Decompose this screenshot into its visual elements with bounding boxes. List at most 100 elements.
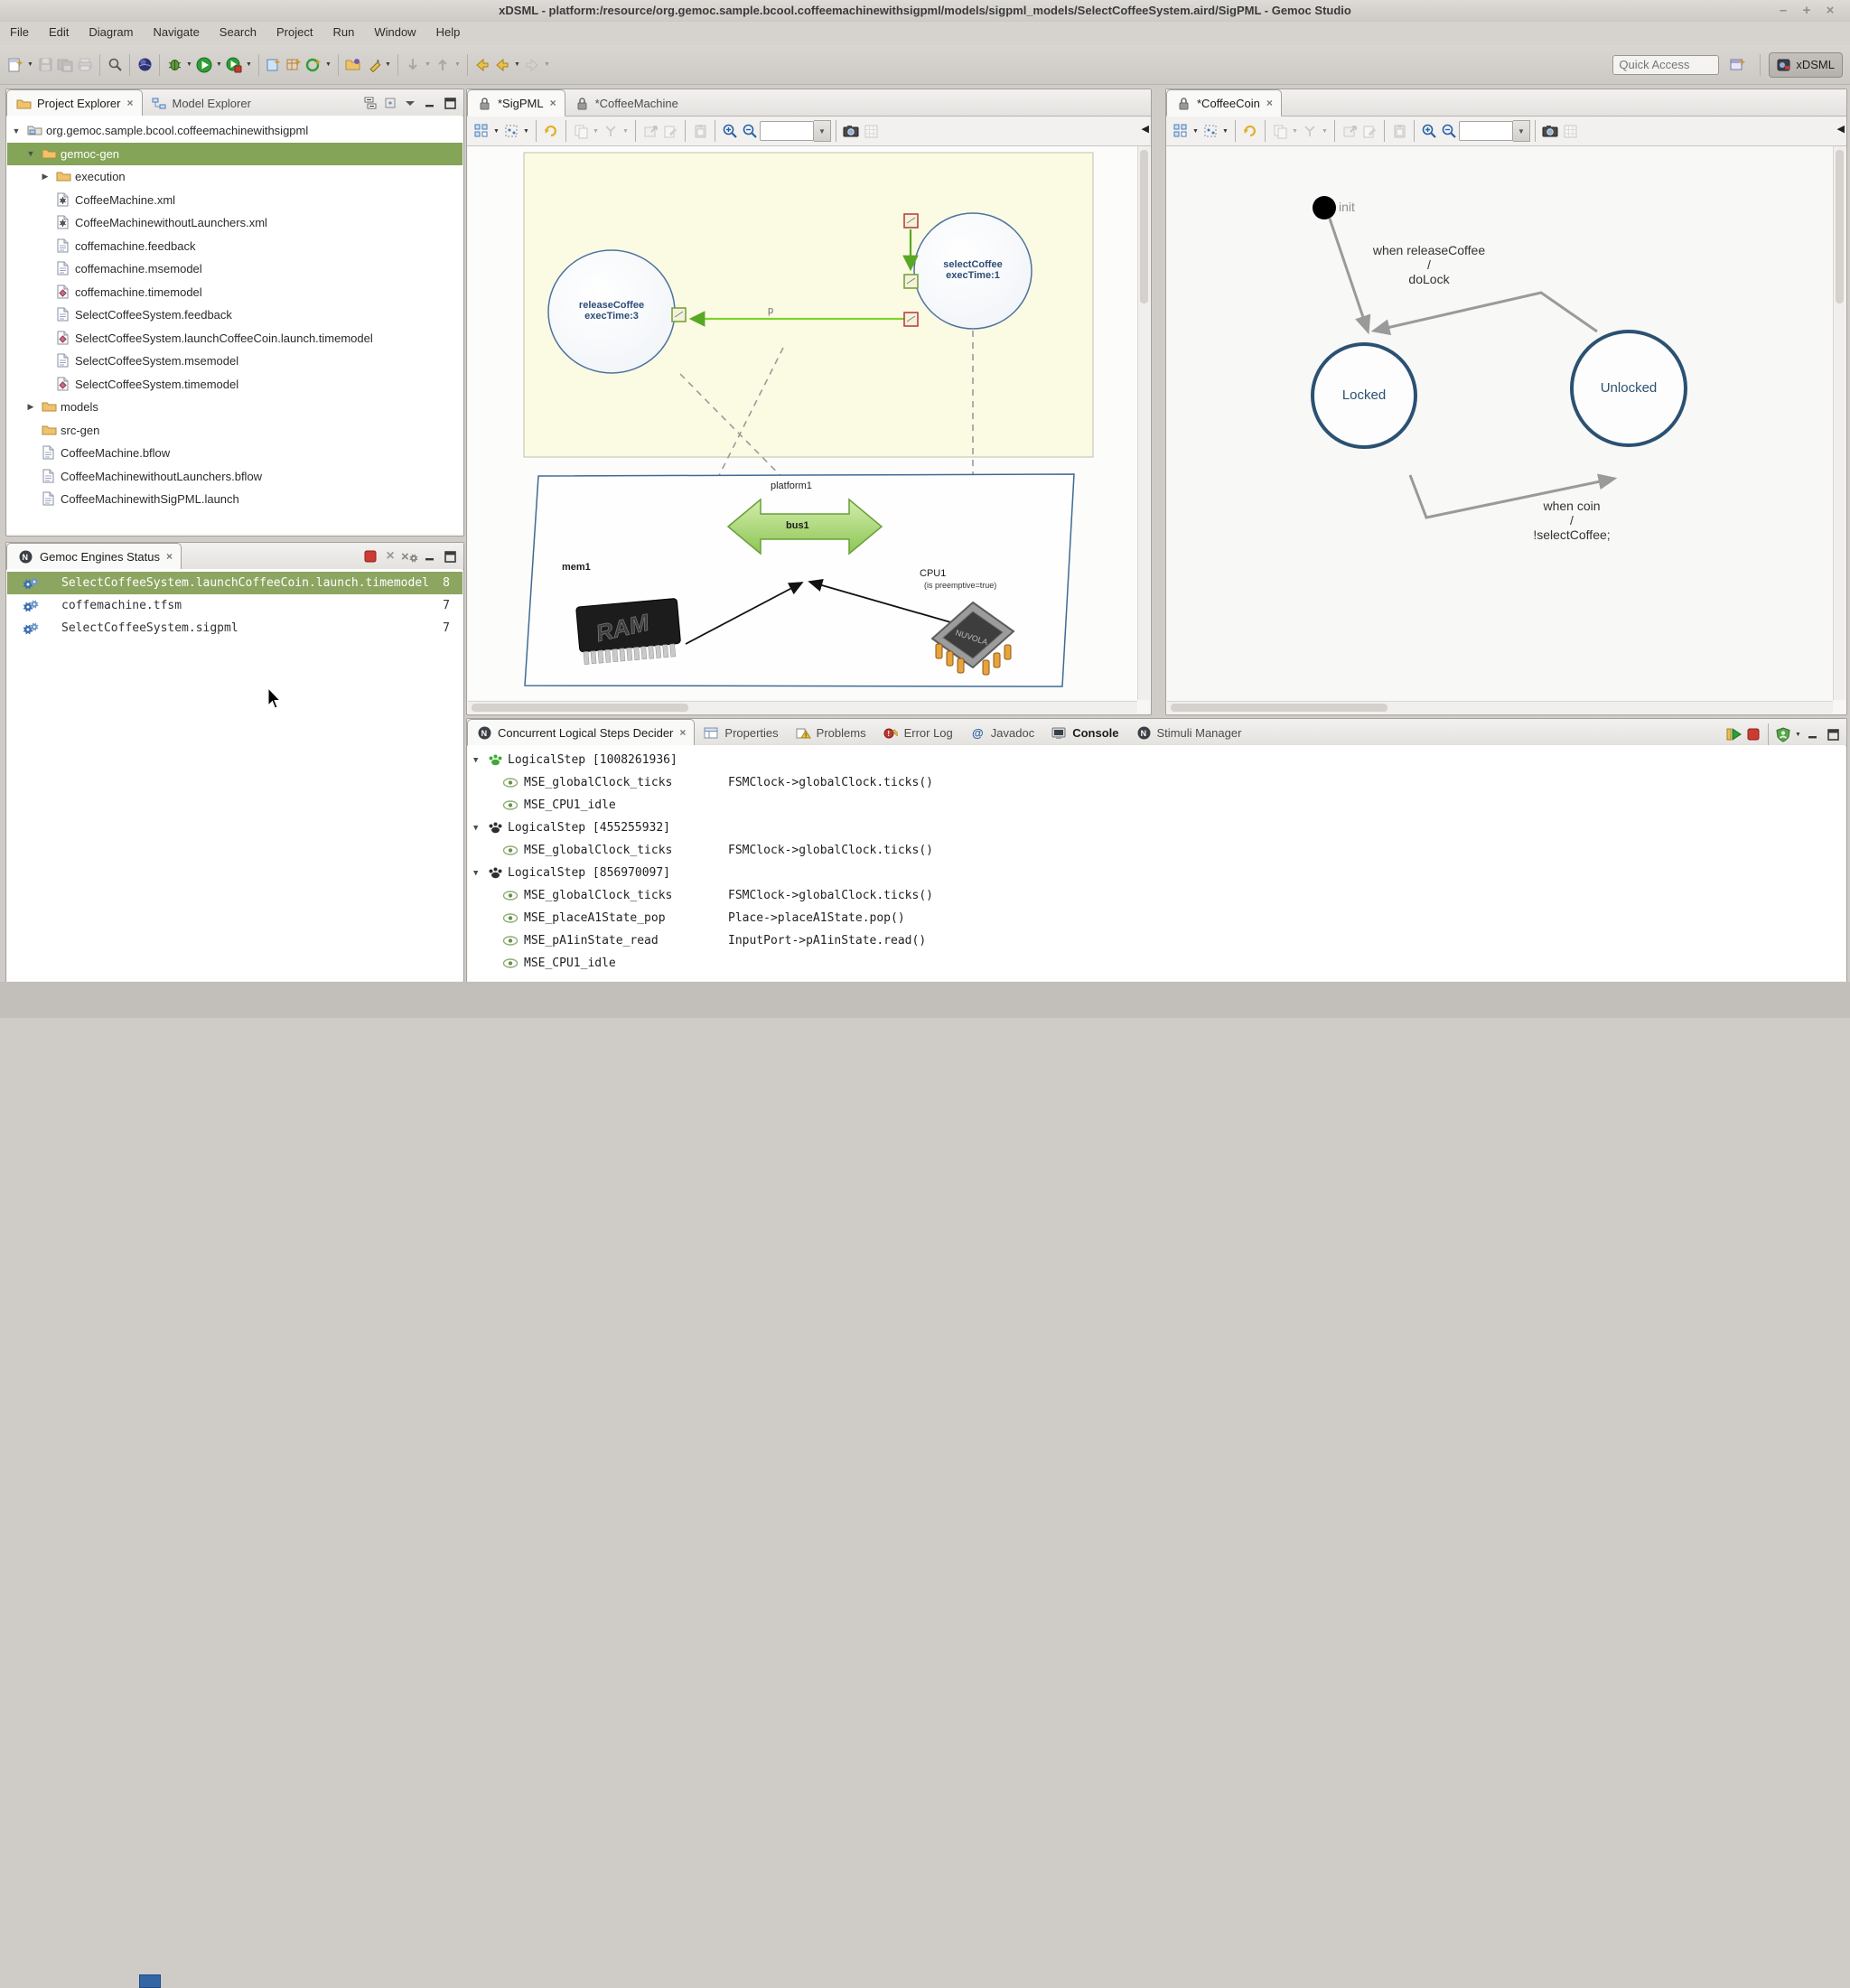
close-tab-icon[interactable]: ×	[1266, 97, 1273, 109]
quick-access-input[interactable]	[1612, 55, 1719, 75]
tree-item-coffeemachine-bflow[interactable]: CoffeeMachine.bflow	[7, 442, 462, 464]
selectcoffee-name[interactable]: selectCoffeeexecTime:1	[914, 259, 1032, 281]
gridstar-icon[interactable]: ✦	[285, 56, 303, 74]
engine-row-1[interactable]: SelectCoffeeSystem.launchCoffeeCoin.laun…	[7, 572, 462, 594]
collapse-arrow-icon[interactable]: ▼	[473, 756, 478, 765]
dropdown-caret-icon[interactable]: ▼	[521, 122, 531, 140]
sigpml-hscrollbar[interactable]	[468, 701, 1137, 714]
tree-item-selectcoffeesystem-feedback[interactable]: SelectCoffeeSystem.feedback	[7, 303, 462, 326]
palette-toggle-icon[interactable]: ◀	[1142, 123, 1149, 135]
refresh-icon[interactable]	[1241, 122, 1259, 140]
tree-item-selectcoffeesystem-timemodel[interactable]: SelectCoffeeSystem.timemodel	[7, 373, 462, 396]
logicalstep-row[interactable]: ▼LogicalStep [1008261936]	[468, 749, 1845, 771]
focus-icon[interactable]	[381, 94, 399, 112]
newdoc-icon[interactable]: ✦	[265, 56, 283, 74]
close-tab-icon[interactable]: ×	[126, 97, 133, 109]
tree-item-models[interactable]: ▶models	[7, 396, 462, 418]
taskbar-item[interactable]	[139, 1974, 161, 1988]
editor-tab--sigpml[interactable]: *SigPML×	[467, 89, 565, 117]
zoom-level-combo[interactable]	[760, 121, 814, 141]
zoomout-icon[interactable]	[741, 122, 759, 140]
mse-event-row[interactable]: MSE_globalClock_ticksFSMClock->globalClo…	[468, 839, 1845, 862]
engine-row-2[interactable]: coffemachine.tfsm7	[7, 594, 462, 617]
editor-tab--coffeecoin[interactable]: *CoffeeCoin×	[1166, 89, 1282, 117]
maximize-window-icon[interactable]: +	[1799, 4, 1814, 18]
tree-item-coffemachine-feedback[interactable]: coffemachine.feedback	[7, 235, 462, 257]
min-icon[interactable]	[421, 547, 439, 565]
expand-arrow-icon[interactable]: ▶	[25, 402, 36, 412]
dropdown-caret-icon[interactable]: ▼	[542, 56, 552, 74]
sigpml-canvas[interactable]: RAM NUVOLA	[468, 146, 1137, 700]
coffeecoin-canvas[interactable]: init Locked Unlocked when releaseCoffee …	[1167, 146, 1833, 700]
tree-item-execution[interactable]: ▶execution	[7, 165, 462, 188]
tab-gemoc-engines-status[interactable]: N Gemoc Engines Status ×	[6, 543, 182, 570]
collapse-arrow-icon[interactable]: ▼	[11, 126, 22, 135]
menu-navigate[interactable]: Navigate	[143, 22, 209, 39]
mse-event-row[interactable]: MSE_CPU1_idle	[468, 794, 1845, 817]
tree-item-org-gemoc-sample-bcool-coffeemachinewithsigpml[interactable]: ▼org.gemoc.sample.bcool.coffeemachinewit…	[7, 119, 462, 142]
dropdown-caret-icon[interactable]: ▼	[383, 56, 393, 74]
dropdown-caret-icon[interactable]: ▼	[1191, 122, 1201, 140]
explorer-tab-model-explorer[interactable]: Model Explorer	[143, 90, 259, 116]
bottom-tab-console[interactable]: Console	[1042, 720, 1126, 745]
dropdown-caret-icon[interactable]: ▼	[323, 56, 333, 74]
max-icon[interactable]	[1824, 725, 1842, 743]
editor-tab--coffeemachine[interactable]: *CoffeeMachine	[565, 90, 687, 116]
max-icon[interactable]	[441, 94, 459, 112]
folderp-icon[interactable]	[344, 56, 362, 74]
menu-file[interactable]: File	[0, 22, 39, 39]
engine-row-3[interactable]: SelectCoffeeSystem.sigpml7	[7, 617, 462, 639]
dropdown-caret-icon[interactable]: ▼	[621, 122, 631, 140]
coffeecoin-vscrollbar[interactable]	[1833, 146, 1845, 700]
dropdown-caret-icon[interactable]: ▼	[591, 122, 601, 140]
dropdown-caret-icon[interactable]: ▼	[1320, 122, 1330, 140]
minimize-window-icon[interactable]: –	[1776, 4, 1790, 18]
initial-state-node[interactable]	[1313, 196, 1336, 219]
layout-icon[interactable]	[1172, 122, 1190, 140]
logicalstep-row[interactable]: ▼LogicalStep [856970097]	[468, 862, 1845, 884]
open-perspective-icon[interactable]: ✦	[1728, 56, 1746, 74]
close-tab-icon[interactable]: ×	[679, 726, 686, 739]
shield-icon[interactable]	[1774, 725, 1792, 743]
select-icon[interactable]	[1201, 122, 1219, 140]
sigpml-vscrollbar[interactable]	[1137, 146, 1150, 700]
mse-event-row[interactable]: MSE_CPU1_idle	[468, 952, 1845, 975]
select-icon[interactable]	[502, 122, 520, 140]
tree-item-coffeemachinewithsigpml-launch[interactable]: CoffeeMachinewithSigPML.launch	[7, 488, 462, 510]
gstar-icon[interactable]: ✦	[304, 56, 322, 74]
stopred-icon[interactable]	[1744, 725, 1762, 743]
close-tab-icon[interactable]: ×	[550, 97, 556, 109]
bug-icon[interactable]	[165, 56, 183, 74]
camera-icon[interactable]	[1541, 122, 1559, 140]
close-tab-icon[interactable]: ×	[166, 550, 173, 563]
menu-diagram[interactable]: Diagram	[79, 22, 143, 39]
explorer-tab-project-explorer[interactable]: Project Explorer×	[6, 89, 143, 117]
tree-item-coffeemachinewithoutlaunchers-bflow[interactable]: CoffeeMachinewithoutLaunchers.bflow	[7, 465, 462, 488]
logicalstep-row[interactable]: ▼LogicalStep [455255932]	[468, 817, 1845, 839]
collapseall-icon[interactable]	[361, 94, 379, 112]
palette-toggle-icon[interactable]: ◀	[1837, 123, 1845, 135]
xgears-icon[interactable]: ×	[401, 547, 419, 565]
xdsml-perspective-button[interactable]: xDSML	[1769, 52, 1843, 78]
menu-search[interactable]: Search	[210, 22, 266, 39]
mse-event-row[interactable]: MSE_globalClock_ticksFSMClock->globalClo…	[468, 771, 1845, 794]
zoom-combo-caret-icon[interactable]: ▼	[814, 120, 831, 142]
dropdown-caret-icon[interactable]: ▼	[1793, 725, 1803, 743]
bottom-tab-concurrent-logical-steps-decider[interactable]: NConcurrent Logical Steps Decider×	[467, 719, 695, 746]
search-icon[interactable]	[106, 56, 124, 74]
mse-event-row[interactable]: MSE_pA1inState_readInputPort->pA1inState…	[468, 929, 1845, 952]
dropdown-caret-icon[interactable]: ▼	[491, 122, 501, 140]
locked-label[interactable]: Locked	[1319, 387, 1409, 403]
playpause-icon[interactable]	[1724, 725, 1743, 743]
refresh-icon[interactable]	[542, 122, 560, 140]
releasecoffee-name[interactable]: releaseCoffeeexecTime:3	[548, 300, 675, 322]
tree-item-coffeemachine-xml[interactable]: CoffeeMachine.xml	[7, 189, 462, 211]
pencil-icon[interactable]	[364, 56, 382, 74]
tree-item-coffeemachinewithoutlaunchers-xml[interactable]: CoffeeMachinewithoutLaunchers.xml	[7, 211, 462, 234]
tree-item-coffemachine-timemodel[interactable]: coffemachine.timemodel	[7, 281, 462, 303]
xgray-icon[interactable]: ×	[381, 547, 399, 565]
mse-event-row[interactable]: MSE_globalClock_ticksFSMClock->globalClo…	[468, 884, 1845, 907]
zoomin-icon[interactable]	[721, 122, 739, 140]
camera-icon[interactable]	[842, 122, 860, 140]
dropdown-caret-icon[interactable]: ▼	[184, 56, 194, 74]
